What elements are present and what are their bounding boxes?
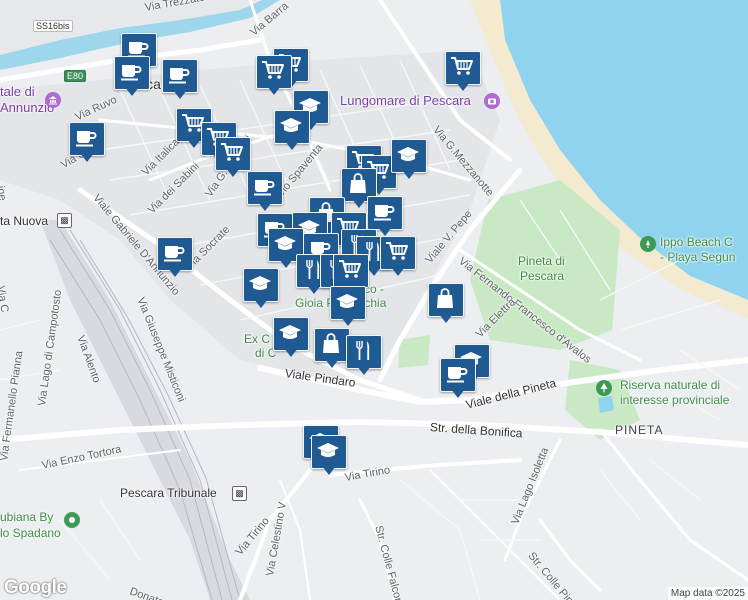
train-station-icon[interactable]: ▩ (57, 213, 72, 228)
station-label: ta Nuova (0, 214, 49, 228)
cafe-marker-icon[interactable] (247, 171, 283, 215)
restaurant-pin-icon[interactable] (64, 512, 80, 528)
cafe-marker-icon[interactable] (114, 56, 150, 100)
park-pin-icon[interactable] (596, 380, 612, 396)
poi-label-lungomare[interactable]: Lungomare di Pescara (340, 93, 471, 108)
park-label-riserva: Riserva naturale di (620, 378, 721, 392)
school-marker-icon[interactable] (273, 317, 309, 361)
grocery-cart-marker-icon[interactable] (215, 137, 251, 181)
school-marker-icon[interactable] (274, 110, 310, 154)
park-label-pineta: Pescara (520, 269, 565, 283)
district-label: PINETA (615, 423, 664, 437)
road-shield-e80: E80 (64, 70, 87, 82)
cafe-marker-icon[interactable] (69, 122, 105, 166)
map-attribution[interactable]: Map data ©2025 (667, 587, 748, 600)
camera-pin-icon[interactable] (484, 93, 500, 109)
grocery-cart-marker-icon[interactable] (256, 55, 292, 99)
poi-label[interactable]: tale di (0, 84, 35, 99)
school-marker-icon[interactable] (311, 435, 347, 479)
cafe-marker-icon[interactable] (440, 358, 476, 402)
grocery-cart-marker-icon[interactable] (380, 236, 416, 280)
museum-pin-icon[interactable] (45, 92, 61, 108)
poi-label[interactable]: lo Spadano (0, 526, 61, 540)
shopping-bag-marker-icon[interactable] (314, 328, 350, 372)
train-station-icon[interactable]: ▩ (232, 486, 247, 501)
map-canvas[interactable]: SS16bis E80 Via Trezzato Via Barra Via R… (0, 0, 748, 600)
station-label: Pescara Tribunale (120, 486, 217, 500)
cafe-marker-icon[interactable] (162, 59, 198, 103)
poi-label-ippo[interactable]: Ippo Beach C (660, 235, 733, 249)
google-logo[interactable]: Google (4, 577, 67, 599)
park-label-pineta: Pineta di (518, 254, 565, 268)
park-label-riserva: interesse provinciale (620, 393, 730, 407)
restaurant-marker-icon[interactable] (346, 335, 382, 379)
grocery-cart-marker-icon[interactable] (445, 51, 481, 95)
poi-label-ippo[interactable]: - Playa Segun (660, 250, 735, 264)
school-marker-icon[interactable] (243, 268, 279, 312)
poi-label[interactable]: ubiana By (0, 510, 53, 524)
cafe-marker-icon[interactable] (157, 237, 193, 281)
shopping-bag-marker-icon[interactable] (428, 283, 464, 327)
school-marker-icon[interactable] (391, 139, 427, 183)
poi-label-ex[interactable]: Ex C (244, 332, 270, 346)
road-shield-ss16bis: SS16bis (33, 20, 73, 32)
beach-pin-icon[interactable] (640, 236, 656, 252)
school-marker-icon[interactable] (330, 286, 366, 330)
